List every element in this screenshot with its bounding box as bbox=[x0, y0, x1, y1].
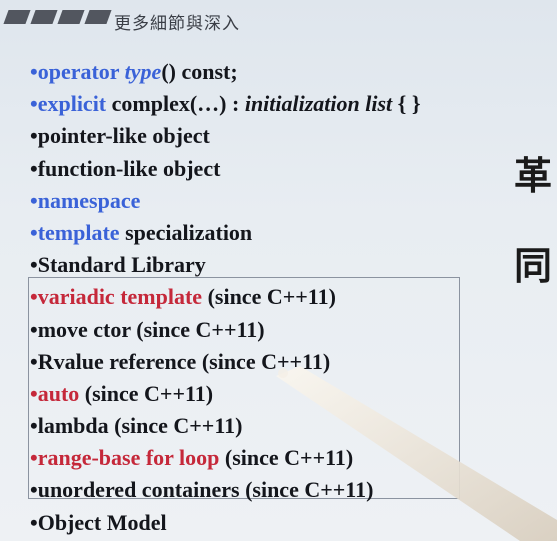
item-text: Standard Library bbox=[37, 252, 206, 278]
header-decoration bbox=[3, 10, 112, 24]
item-text: () const; bbox=[161, 59, 238, 84]
bullet-dot: • bbox=[30, 91, 38, 117]
keyword: operator bbox=[37, 59, 120, 84]
item-text: specialization bbox=[119, 219, 253, 245]
keyword: template bbox=[37, 219, 120, 245]
header-bar bbox=[84, 10, 112, 24]
item-italic-text: initialization list bbox=[244, 91, 393, 117]
bullet-dot: • bbox=[30, 348, 38, 374]
header-bar bbox=[3, 10, 31, 24]
bullet-dot: • bbox=[30, 123, 38, 149]
list-item: •namespace bbox=[30, 185, 421, 217]
keyword: namespace bbox=[37, 187, 141, 213]
list-item: •move ctor (since C++11) bbox=[30, 314, 421, 346]
bullet-dot: • bbox=[30, 252, 38, 278]
side-caption-char: 革 bbox=[514, 154, 553, 198]
keyword: explicit bbox=[37, 91, 107, 117]
item-text: (since C++11) bbox=[79, 380, 214, 406]
item-text: function-like object bbox=[37, 155, 221, 181]
bullet-dot: • bbox=[30, 187, 38, 213]
item-text: (since C++11) bbox=[202, 284, 336, 310]
list-item: •operator type() const; bbox=[30, 56, 421, 88]
bullet-dot: • bbox=[30, 445, 38, 471]
list-item: •variadic template (since C++11) bbox=[30, 281, 421, 313]
list-item: •Object Model bbox=[30, 507, 421, 539]
bullet-list: •operator type() const; •explicit comple… bbox=[30, 56, 421, 539]
slide: 更多細節與深入 •operator type() const; •explici… bbox=[0, 0, 557, 541]
bullet-dot: • bbox=[30, 219, 38, 245]
list-item: •template specialization bbox=[30, 217, 421, 249]
item-tail: { } bbox=[392, 91, 421, 117]
keyword-italic: type bbox=[124, 59, 162, 84]
bullet-dot: • bbox=[30, 316, 38, 342]
slide-title: 更多細節與深入 bbox=[114, 14, 240, 34]
bullet-dot: • bbox=[30, 413, 38, 439]
item-text: Rvalue reference (since C++11) bbox=[37, 348, 331, 374]
item-text: move ctor (since C++11) bbox=[37, 316, 265, 342]
item-text: complex(…) : bbox=[106, 91, 245, 117]
header-bar bbox=[30, 10, 58, 24]
bullet-dot: • bbox=[30, 477, 38, 503]
bullet-dot: • bbox=[30, 509, 38, 535]
list-item: •pointer-like object bbox=[30, 120, 421, 152]
bullet-dot: • bbox=[30, 59, 38, 84]
header-bar bbox=[57, 10, 85, 24]
item-text: Object Model bbox=[37, 509, 167, 535]
list-item: •Rvalue reference (since C++11) bbox=[30, 346, 421, 378]
list-item: •range-base for loop (since C++11) bbox=[30, 442, 421, 474]
item-text: (since C++11) bbox=[219, 445, 354, 471]
list-item: •function-like object bbox=[30, 153, 421, 185]
list-item: •lambda (since C++11) bbox=[30, 410, 421, 442]
item-text: unordered containers (since C++11) bbox=[37, 477, 374, 503]
keyword: range-base for loop bbox=[37, 445, 220, 471]
list-item: •Standard Library bbox=[30, 249, 421, 281]
item-text: lambda (since C++11) bbox=[37, 413, 243, 439]
keyword: variadic template bbox=[37, 284, 203, 310]
bullet-dot: • bbox=[30, 155, 38, 181]
item-text: pointer-like object bbox=[37, 123, 210, 149]
side-caption-char: 同 bbox=[514, 244, 553, 288]
keyword: auto bbox=[37, 380, 80, 406]
list-item: •unordered containers (since C++11) bbox=[30, 474, 421, 506]
list-item: •auto (since C++11) bbox=[30, 378, 421, 410]
bullet-dot: • bbox=[30, 284, 38, 310]
bullet-dot: • bbox=[30, 380, 38, 406]
list-item: •explicit complex(…) : initialization li… bbox=[30, 88, 421, 120]
